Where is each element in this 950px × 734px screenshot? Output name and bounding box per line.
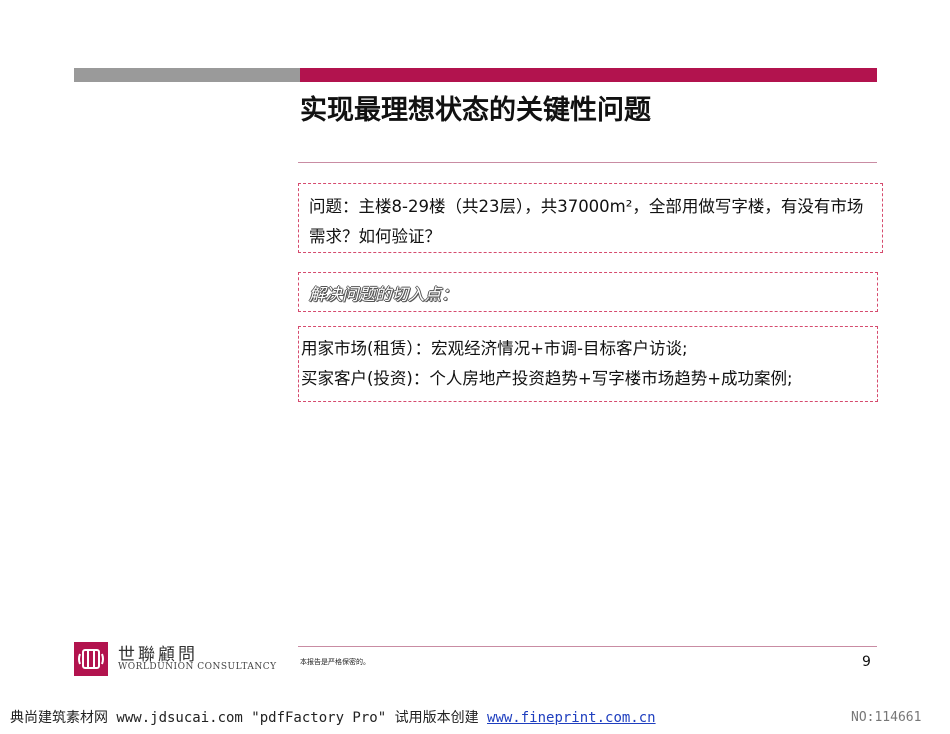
question-text: 问题：主楼8-29楼（共23层），共37000m²，全部用做写字楼，有没有市场需… (309, 197, 864, 246)
title-divider (298, 162, 877, 163)
question-box: 问题：主楼8-29楼（共23层），共37000m²，全部用做写字楼，有没有市场需… (298, 183, 883, 253)
watermark-link[interactable]: www.fineprint.com.cn (487, 710, 656, 726)
page-number: 9 (862, 654, 871, 670)
cut-in-label: 解决问题的切入点： (309, 285, 458, 304)
watermark-left: 典尚建筑素材网 www.jdsucai.com "pdfFactory Pro"… (10, 707, 656, 727)
slide-title: 实现最理想状态的关键性问题 (300, 95, 651, 126)
approach-line-rental: 用家市场(租赁）：宏观经济情况+市调-目标客户访谈; (301, 339, 688, 358)
company-logo-icon (74, 642, 108, 676)
header-bar-gray (74, 68, 300, 82)
header-bar-accent (300, 68, 877, 82)
approach-line-investment: 买家客户(投资)：个人房地产投资趋势+写字楼市场趋势+成功案例; (301, 369, 793, 388)
watermark-text: 典尚建筑素材网 www.jdsucai.com "pdfFactory Pro"… (10, 710, 479, 726)
cut-in-box: 解决问题的切入点： (298, 272, 878, 312)
watermark-id: NO:114661 (851, 710, 922, 725)
confidential-note: 本报告是严格保密的。 (300, 658, 370, 666)
footer-divider (298, 646, 877, 647)
logo-english-name: WORLDUNION CONSULTANCY (118, 662, 277, 672)
approach-box: 用家市场(租赁）：宏观经济情况+市调-目标客户访谈; 买家客户(投资)：个人房地… (298, 326, 878, 402)
